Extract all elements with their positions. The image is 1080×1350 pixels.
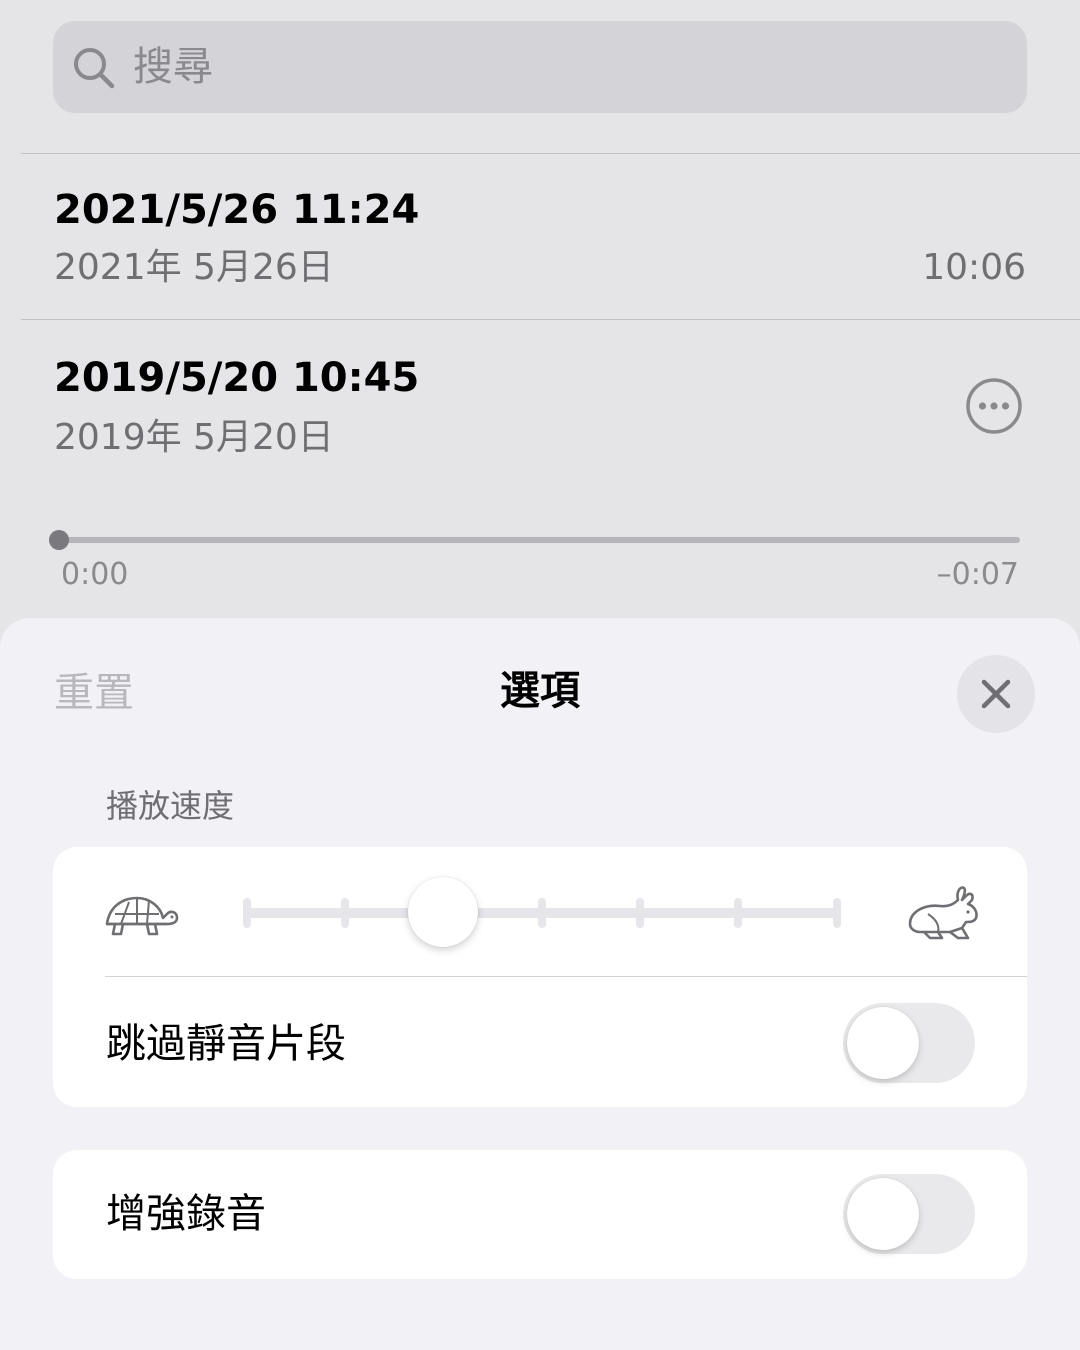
skip-silence-label: 跳過靜音片段: [106, 1021, 346, 1067]
playback-speed-slider-thumb[interactable]: [408, 877, 478, 947]
speed-tick: [538, 898, 546, 928]
turtle-icon: [105, 896, 179, 936]
enhance-recording-label: 增強錄音: [106, 1191, 266, 1237]
playback-scrubber-handle[interactable]: [49, 530, 69, 550]
search-placeholder: 搜尋: [133, 44, 213, 90]
skip-silence-toggle[interactable]: [843, 1003, 975, 1083]
ellipsis-circle-icon[interactable]: [965, 377, 1023, 435]
recording-date: 2021年 5月26日: [54, 247, 334, 288]
search-icon: [74, 48, 115, 89]
playback-speed-header: 播放速度: [106, 787, 235, 825]
close-button[interactable]: [957, 655, 1035, 733]
speed-tick: [341, 898, 349, 928]
speed-tick: [636, 898, 644, 928]
speed-tick: [833, 898, 841, 928]
enhance-recording-toggle[interactable]: [843, 1174, 975, 1254]
recording-title: 2021/5/26 11:24: [54, 187, 420, 233]
toggle-knob: [847, 1007, 919, 1079]
close-icon: [981, 679, 1011, 709]
playback-scrubber[interactable]: [52, 537, 1020, 543]
list-divider: [21, 319, 1080, 320]
rabbit-icon: [908, 886, 978, 940]
recording-duration: 10:06: [922, 247, 1026, 288]
sheet-title: 選項: [500, 668, 580, 714]
recording-title: 2019/5/20 10:45: [54, 355, 420, 401]
reset-button[interactable]: 重置: [54, 668, 134, 718]
speed-tick: [243, 898, 251, 928]
toggle-knob: [847, 1178, 919, 1250]
remaining-time: –0:07: [936, 557, 1019, 592]
list-divider: [21, 153, 1080, 154]
recording-date: 2019年 5月20日: [54, 417, 334, 458]
elapsed-time: 0:00: [61, 557, 129, 592]
card-divider: [105, 976, 1027, 977]
speed-tick: [734, 898, 742, 928]
